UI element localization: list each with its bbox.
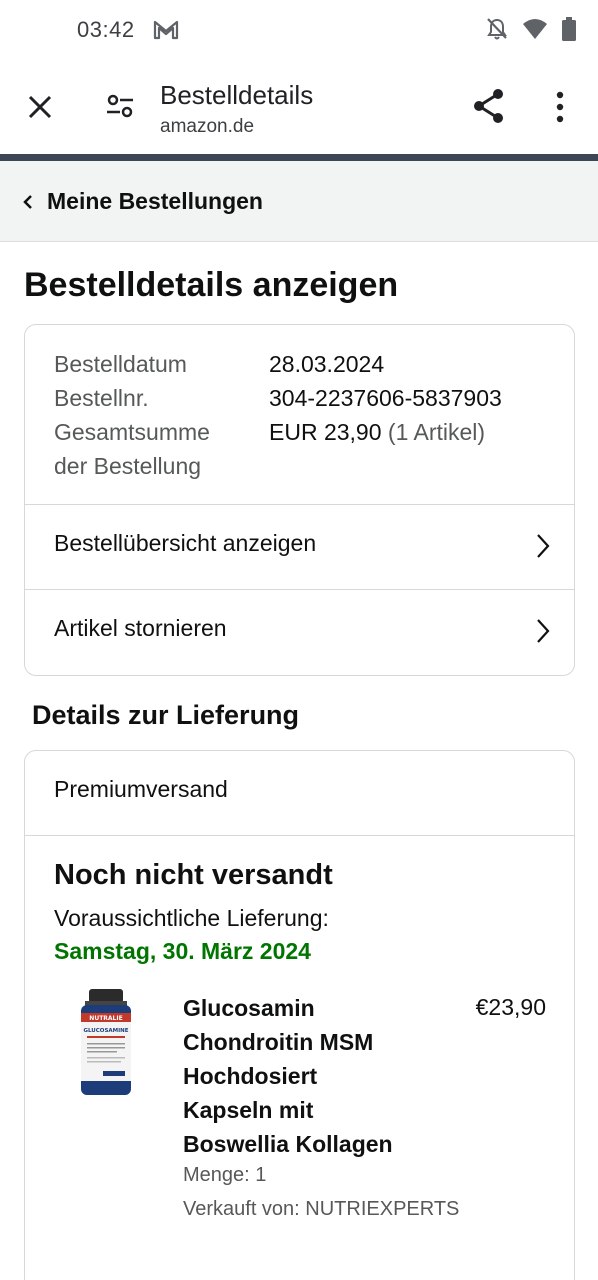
cancel-items-label: Artikel stornieren	[54, 615, 227, 641]
toolbar-url[interactable]: amazon.de	[160, 116, 254, 138]
product-image-name: GLUCOSAMINE	[83, 1028, 128, 1034]
toolbar-divider	[0, 154, 598, 161]
status-time: 03:42	[77, 17, 135, 42]
product-title-line: Boswellia Kollagen	[183, 1131, 393, 1157]
browser-toolbar: Bestelldetails amazon.de	[0, 62, 598, 154]
page-settings-icon[interactable]	[102, 88, 138, 124]
chevron-left-icon	[23, 195, 32, 209]
page-title: Bestelldetails anzeigen	[24, 266, 399, 304]
bell-off-icon	[487, 18, 507, 40]
product-price: €23,90	[475, 994, 546, 1020]
view-invoice-label: Bestellübersicht anzeigen	[54, 530, 317, 556]
order-total-value: EUR 23,90 (1 Artikel)	[269, 415, 485, 449]
product-title-line: Glucosamin	[183, 995, 315, 1021]
share-icon[interactable]	[470, 87, 508, 125]
cancel-items-row[interactable]: Artikel stornieren	[25, 590, 574, 675]
order-total-label-cont: der Bestellung	[54, 453, 202, 479]
product-title-link[interactable]: Glucosamin Chondroitin MSM Hochdosiert K…	[183, 991, 433, 1161]
chevron-right-icon	[537, 534, 550, 558]
status-icons	[486, 17, 576, 41]
product-title-line: Chondroitin MSM	[183, 1029, 374, 1055]
more-vert-icon[interactable]	[545, 89, 575, 125]
product-seller: Verkauft von: NUTRIEXPERTS	[183, 1198, 460, 1220]
shipment-status: Noch nicht versandt	[54, 859, 333, 891]
order-date-label: Bestelldatum	[54, 351, 187, 377]
chevron-right-icon	[537, 619, 550, 643]
product-image[interactable]: NUTRALIE GLUCOSAMINE	[75, 987, 137, 1099]
gmail-icon	[153, 20, 179, 40]
order-item-count: (1 Artikel)	[387, 419, 486, 445]
shipping-method-label: Premiumversand	[54, 776, 228, 802]
delivery-estimate-label: Voraussichtliche Lieferung:	[54, 905, 329, 931]
delivery-section-title: Details zur Lieferung	[32, 700, 300, 730]
back-link-label: Meine Bestellungen	[47, 188, 263, 214]
delivery-estimate-date: Samstag, 30. März 2024	[54, 938, 311, 964]
product-title-line: Hochdosiert	[183, 1063, 318, 1089]
order-number-value: 304-2237606-5837903	[269, 385, 502, 411]
product-quantity: Menge: 1	[183, 1164, 267, 1186]
close-icon[interactable]	[22, 89, 58, 125]
view-invoice-row[interactable]: Bestellübersicht anzeigen	[25, 505, 574, 590]
shipping-method: Premiumversand	[25, 751, 574, 836]
order-info: Bestelldatum 28.03.2024 Bestellnr. 304-2…	[25, 325, 574, 505]
product-image-brand: NUTRALIE	[89, 1015, 122, 1022]
order-total-amount: EUR 23,90	[269, 419, 382, 445]
toolbar-title: Bestelldetails	[160, 80, 314, 110]
status-bar: 03:42	[0, 0, 598, 62]
order-date-value: 28.03.2024	[269, 351, 385, 377]
delivery-card: Premiumversand Noch nicht versandt Vorau…	[24, 750, 575, 1280]
product-title-line: Kapseln mit	[183, 1097, 314, 1123]
order-number-label: Bestellnr.	[54, 385, 149, 411]
wifi-icon	[523, 19, 547, 39]
order-summary-card: Bestelldatum 28.03.2024 Bestellnr. 304-2…	[24, 324, 575, 676]
battery-icon	[562, 17, 576, 41]
order-total-label: Gesamtsumme	[54, 419, 210, 445]
back-to-orders-link[interactable]: Meine Bestellungen	[0, 161, 598, 242]
